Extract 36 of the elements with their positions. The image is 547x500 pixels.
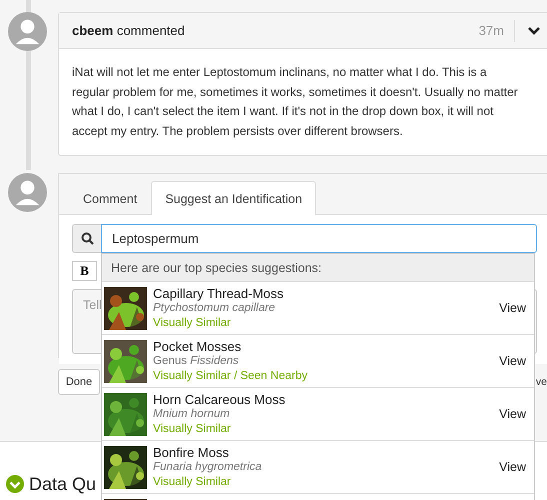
comment-author: cbeem commented (72, 23, 186, 38)
scientific-name: Genus Fissidens (153, 354, 240, 368)
taxon-search-field[interactable]: Leptospermum (101, 224, 537, 253)
suggestions-header: Here are our top species suggestions: (102, 254, 534, 282)
avatar-icon (8, 12, 47, 51)
side-label: ve (536, 376, 547, 388)
suggestion-reason: Visually Similar (153, 474, 232, 490)
suggestion-item[interactable]: Horn Calcareous Moss Mnium hornum Visually Similar View (102, 388, 534, 441)
comment-text: iNat will not let me enter Leptostomum inclinans, no matter what I do. This is a regular problem for me, sometimes it works, sometimes it doesn't. Usually no matter what I do, I can't select the item I want. If it's not in the drop down box, it will not accept my entry. The problem persists over different browsers. (71, 64, 519, 140)
common-name: Horn Calcareous Moss (153, 392, 286, 406)
avatar-icon (8, 173, 47, 212)
view-link[interactable]: View (499, 301, 526, 315)
search-icon (72, 224, 101, 253)
suggestion-item[interactable]: Pocket Mosses Genus Fissidens Visually Similar / Seen Nearby View (102, 335, 534, 388)
suggestion-reason: Visually Similar (153, 422, 232, 436)
suggestion-reason: Visually Similar / Seen Nearby (153, 368, 308, 384)
view-link[interactable]: View (499, 407, 526, 421)
tab[interactable]: Comment (69, 181, 152, 215)
check-circle-icon (6, 475, 24, 493)
done-button[interactable]: Done (58, 369, 100, 395)
common-name: Capillary Thread-Moss (153, 286, 285, 300)
view-link[interactable]: View (499, 354, 526, 368)
chevron-down-icon[interactable] (527, 26, 541, 36)
section-title: Data Qu (29, 474, 96, 494)
comment-time: 37m (478, 20, 515, 42)
scientific-name: Funaria hygrometrica (153, 460, 263, 474)
scientific-name: Ptychostomum capillare (153, 301, 276, 316)
common-name: Bonfire Moss (153, 444, 230, 460)
common-name: Pocket Mosses (153, 338, 242, 354)
suggestion-item[interactable]: Bonfire Moss Funaria hygrometrica Visually Similar View (102, 441, 534, 494)
bold-button[interactable]: B (72, 261, 97, 281)
scientific-name: Mnium hornum (153, 406, 231, 422)
suggestion-item[interactable]: Capillary Thread-Moss Ptychostomum capillare Visually Similar View (102, 282, 534, 335)
view-link[interactable]: View (499, 460, 526, 474)
tab[interactable]: Suggest an Identification (151, 181, 316, 215)
suggestion-reason: Visually Similar (153, 316, 232, 330)
